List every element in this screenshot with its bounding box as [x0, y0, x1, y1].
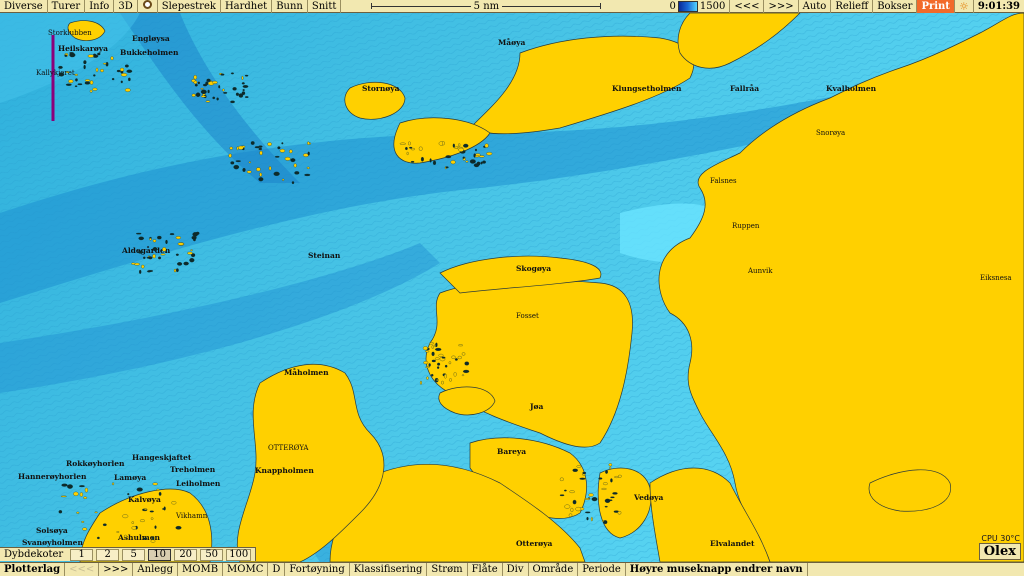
depth-option-1[interactable]: 1: [70, 548, 94, 561]
place-label: Elvalandet: [710, 539, 755, 548]
layer-momc[interactable]: MOMC: [223, 563, 269, 576]
depth-color-gradient: [677, 0, 698, 12]
place-label: Fallråa: [730, 84, 759, 93]
depth-contour-bar: Dybdekoter 1 2 5 10 20 50 100: [0, 547, 257, 561]
layers-prev-button[interactable]: <<<: [65, 563, 100, 576]
place-label: Måøya: [498, 38, 526, 47]
rename-hint: Høyre museknapp endrer navn: [626, 563, 808, 576]
place-label: Skogøya: [516, 264, 551, 273]
olex-logo[interactable]: Olex: [978, 543, 1021, 560]
place-label: Solsøya: [36, 526, 68, 535]
place-label: Eiksnesa: [980, 274, 1012, 282]
place-label: Falsnes: [710, 177, 737, 185]
place-label: Treholmen: [170, 465, 216, 474]
layer-fort-yning[interactable]: Fortøyning: [285, 563, 350, 576]
depth-option-50[interactable]: 50: [200, 548, 224, 561]
place-label: Ruppen: [732, 222, 760, 230]
prev-button[interactable]: <<<: [730, 0, 765, 13]
depth-option-10[interactable]: 10: [148, 548, 172, 561]
place-label: Hangeskjaftet: [132, 453, 192, 462]
place-label: Klungsetholmen: [612, 84, 682, 93]
place-label: Otterøya: [516, 539, 553, 548]
layer-klassifisering[interactable]: Klassifisering: [350, 563, 428, 576]
layer-div[interactable]: Div: [503, 563, 529, 576]
btn-auto[interactable]: Auto: [799, 0, 832, 13]
place-label: Stornøya: [362, 84, 400, 93]
btn-relieff[interactable]: Relieff: [831, 0, 874, 13]
sun-button[interactable]: ☼: [955, 0, 974, 13]
menu-info[interactable]: Info: [85, 0, 115, 13]
place-label: Snorøya: [816, 129, 845, 137]
layer-periode[interactable]: Periode: [578, 563, 626, 576]
sun-icon: ☼: [958, 0, 969, 13]
place-label: Kvalholmen: [826, 84, 877, 93]
place-label: Vikhamn: [175, 512, 208, 520]
place-label: Steinan: [308, 251, 341, 260]
place-label: Leiholmen: [176, 479, 221, 488]
next-button[interactable]: >>>: [764, 0, 799, 13]
plotter-layers-label: Plotterlag: [0, 563, 66, 576]
place-label: Aunvik: [747, 267, 773, 275]
layer-d[interactable]: D: [268, 563, 286, 576]
place-label: Fosset: [516, 312, 539, 320]
layer-omr-de[interactable]: Område: [529, 563, 579, 576]
place-label: Måholmen: [284, 368, 329, 377]
place-label: Bukkeholmen: [120, 48, 179, 57]
clock: 9:01:39: [977, 0, 1020, 12]
menu-diverse[interactable]: Diverse: [0, 0, 48, 13]
depth-option-20[interactable]: 20: [174, 548, 198, 561]
place-label: Storklubben: [48, 29, 92, 37]
tool-bunn[interactable]: Bunn: [272, 0, 308, 13]
depth-option-100[interactable]: 100: [226, 548, 252, 561]
depth-min: 0: [669, 0, 676, 12]
place-label: Hannerøyhorlen: [18, 472, 87, 481]
depth-option-2[interactable]: 2: [96, 548, 120, 561]
layer-momb[interactable]: MOMB: [178, 563, 224, 576]
sea-chart[interactable]: Storklubben Engløysa Bukkeholmen Heilskarøy…: [0, 13, 1024, 562]
place-label: Kalvøya: [128, 495, 161, 504]
place-label: Bareya: [497, 447, 526, 456]
place-label: OTTERØYA: [268, 444, 309, 452]
target-icon: [142, 0, 152, 9]
place-label: Vedøya: [633, 493, 664, 502]
layer-str-m[interactable]: Strøm: [427, 563, 468, 576]
btn-bokser[interactable]: Bokser: [873, 0, 918, 13]
tool-hardhet[interactable]: Hardhet: [221, 0, 273, 13]
menu-3d[interactable]: 3D: [114, 0, 138, 13]
layer-fl-te[interactable]: Flåte: [468, 563, 503, 576]
cpu-temperature: CPU 30°C: [981, 534, 1020, 543]
place-label: Engløysa: [132, 34, 170, 43]
place-label: Kallykjeret: [36, 69, 75, 77]
place-label: Knappholmen: [255, 466, 314, 475]
layer-anlegg[interactable]: Anlegg: [133, 563, 179, 576]
depth-contour-title: Dybdekoter: [4, 549, 64, 560]
layers-next-button[interactable]: >>>: [99, 563, 134, 576]
menu-turer[interactable]: Turer: [48, 0, 86, 13]
print-button[interactable]: Print: [917, 0, 955, 13]
place-label: Svanøyholmen: [22, 538, 83, 547]
depth-max: 1500: [699, 0, 726, 12]
place-label: Lamøya: [114, 473, 146, 482]
depth-option-5[interactable]: 5: [122, 548, 146, 561]
top-toolbar: Diverse Turer Info 3D Slepestrek Hardhet Bunn…: [0, 0, 1024, 13]
place-label: Jøa: [529, 402, 544, 411]
tool-slepestrek[interactable]: Slepestrek: [158, 0, 221, 13]
scale-label: 5 nm: [473, 0, 500, 12]
bottom-toolbar: Plotterlag <<< >>> Anlegg MOMB MOMC D Fortøy…: [0, 562, 1024, 576]
place-label: Heilskarøya: [58, 44, 108, 53]
settings-target-button[interactable]: [138, 0, 158, 13]
scale-bar: 5 nm: [371, 0, 602, 12]
tool-snitt[interactable]: Snitt: [308, 0, 342, 13]
place-label: Rokkøyhorlen: [66, 459, 125, 468]
depth-range[interactable]: 0 1500: [666, 0, 731, 13]
